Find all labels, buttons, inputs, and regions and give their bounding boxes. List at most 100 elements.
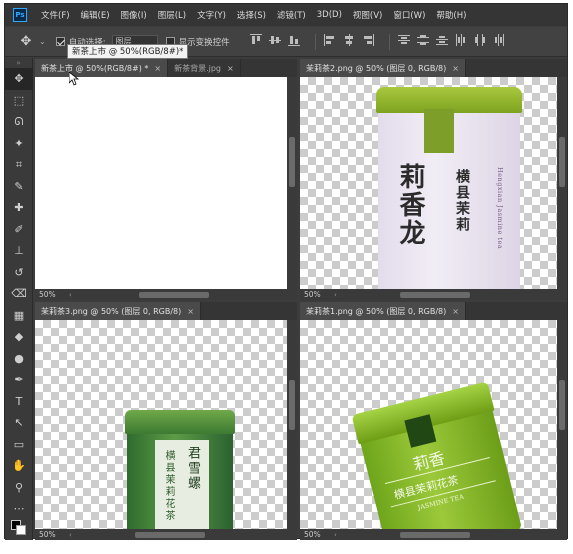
doc-tab-tea-background[interactable]: 新茶背景.jpg × <box>168 59 241 77</box>
close-icon[interactable]: × <box>187 307 194 316</box>
align-vcenter-icon[interactable] <box>268 34 281 46</box>
close-icon[interactable]: × <box>452 64 459 73</box>
chevron-down-icon[interactable]: ⌄ <box>39 37 46 46</box>
eyedropper-icon[interactable]: ✎ <box>5 176 33 198</box>
divider <box>388 33 390 50</box>
zoom-level[interactable]: 50% <box>35 290 69 299</box>
crop-tool-icon[interactable]: ⌗ <box>5 154 33 176</box>
doc-tab-label: 新茶背景.jpg <box>174 63 222 73</box>
document-bottom-left: 茉莉茶3.png @ 50% (图层 0, RGB/8) × 君雪螺 横县茉莉花… <box>35 302 297 540</box>
hand-tool-icon[interactable]: ✋ <box>5 455 33 477</box>
horizontal-scrollbar[interactable] <box>400 532 470 538</box>
vertical-scrollbar[interactable] <box>287 77 297 289</box>
scroll-left-icon[interactable]: ‹ <box>334 531 337 539</box>
menu-bar: Ps 文件(F) 编辑(E) 图像(I) 图层(L) 文字(Y) 选择(S) 滤… <box>5 4 567 26</box>
document-tabs: 茉莉茶2.png @ 50% (图层 0, RGB/8) × <box>300 59 567 77</box>
distribute-hcenter-icon[interactable] <box>474 33 486 46</box>
status-bar: 50% ‹ <box>300 529 567 540</box>
canvas[interactable]: 莉香龙 横县茉莉 Hengxian Jasmine tea <box>300 77 557 289</box>
tea-can-lavender: 莉香龙 横县茉莉 Hengxian Jasmine tea <box>376 87 522 289</box>
rectangle-tool-icon[interactable]: ▭ <box>5 434 33 456</box>
doc-tab-label: 新茶上市 @ 50%(RGB/8#) * <box>41 63 149 73</box>
scroll-left-icon[interactable]: ‹ <box>69 291 72 299</box>
move-tool-preset-icon[interactable]: ✥ <box>13 34 39 49</box>
photoshop-window: Ps 文件(F) 编辑(E) 图像(I) 图层(L) 文字(Y) 选择(S) 滤… <box>4 3 568 540</box>
canvas[interactable] <box>35 77 287 289</box>
path-select-icon[interactable]: ↖ <box>5 412 33 434</box>
align-top-icon[interactable] <box>249 33 262 46</box>
align-right-icon[interactable] <box>362 33 374 46</box>
canvas[interactable]: 莉香 横县茉莉花茶 JASMINE TEA <box>300 320 557 529</box>
healing-brush-icon[interactable]: ✚ <box>5 197 33 219</box>
menu-3d[interactable]: 3D(D) <box>317 10 342 20</box>
menu-help[interactable]: 帮助(H) <box>436 9 466 21</box>
close-icon[interactable]: × <box>227 64 234 73</box>
can-brand-text: 莉香龙 <box>395 163 425 247</box>
dodge-tool-icon[interactable]: ● <box>5 348 33 370</box>
marquee-tool-icon[interactable]: ⬚ <box>5 90 33 112</box>
history-brush-icon[interactable]: ↺ <box>5 262 33 284</box>
scroll-left-icon[interactable]: ‹ <box>69 531 72 539</box>
document-tabs: 茉莉茶1.png @ 50% (图层 0, RGB/8) × <box>300 302 567 320</box>
zoom-level[interactable]: 50% <box>300 290 334 299</box>
zoom-tool-icon[interactable]: ⚲ <box>5 477 33 499</box>
doc-tab-label: 茉莉茶3.png @ 50% (图层 0, RGB/8) <box>41 306 182 316</box>
gradient-tool-icon[interactable]: ▦ <box>5 305 33 327</box>
align-bottom-icon[interactable] <box>287 34 300 46</box>
menu-edit[interactable]: 编辑(E) <box>81 9 110 21</box>
doc-tab-jasmine-tea-2[interactable]: 茉莉茶2.png @ 50% (图层 0, RGB/8) × <box>300 59 466 77</box>
menu-layer[interactable]: 图层(L) <box>158 9 186 21</box>
vertical-scrollbar[interactable] <box>287 320 297 529</box>
panel-collapse-icon[interactable]: » <box>5 58 32 68</box>
blank-canvas[interactable] <box>35 77 287 289</box>
zoom-level[interactable]: 50% <box>35 530 69 539</box>
lasso-tool-icon[interactable]: ᘏ <box>5 111 33 133</box>
blur-tool-icon[interactable]: ◆ <box>5 326 33 348</box>
zoom-level[interactable]: 50% <box>300 530 334 539</box>
vertical-scrollbar[interactable] <box>557 77 567 289</box>
can-pinyin-text: Hengxian Jasmine tea <box>496 167 504 250</box>
distribute-vcenter-icon[interactable] <box>416 34 429 46</box>
clone-stamp-icon[interactable]: ⊥ <box>5 240 33 262</box>
auto-select-checkbox[interactable] <box>55 37 65 46</box>
pen-tool-icon[interactable]: ✒ <box>5 369 33 391</box>
magic-wand-icon[interactable]: ✦ <box>5 133 33 155</box>
more-tools-icon[interactable]: ⋯ <box>5 498 33 520</box>
background-color[interactable] <box>16 525 26 535</box>
horizontal-scrollbar[interactable] <box>135 532 205 538</box>
menu-view[interactable]: 视图(V) <box>353 9 382 21</box>
align-hcenter-icon[interactable] <box>343 33 355 46</box>
menu-select[interactable]: 选择(S) <box>237 9 266 21</box>
distribute-bottom-icon[interactable] <box>435 34 448 46</box>
vertical-scrollbar[interactable] <box>557 320 567 529</box>
distribute-top-icon[interactable] <box>397 34 410 46</box>
doc-tab-jasmine-tea-3[interactable]: 茉莉茶3.png @ 50% (图层 0, RGB/8) × <box>35 302 201 320</box>
horizontal-scrollbar[interactable] <box>139 292 209 298</box>
doc-tab-new-tea[interactable]: 新茶上市 @ 50%(RGB/8#) * × <box>35 59 169 77</box>
eraser-icon[interactable]: ⌫ <box>5 283 33 305</box>
close-icon[interactable]: × <box>154 64 161 73</box>
doc-tab-jasmine-tea-1[interactable]: 茉莉茶1.png @ 50% (图层 0, RGB/8) × <box>300 302 466 320</box>
can-brand-text: 莉香 <box>411 448 447 475</box>
horizontal-scrollbar[interactable] <box>400 292 470 298</box>
menu-filter[interactable]: 滤镜(T) <box>277 9 306 21</box>
align-left-icon[interactable] <box>323 33 336 46</box>
menu-image[interactable]: 图像(I) <box>121 9 147 21</box>
can-label-tag <box>424 109 454 153</box>
status-bar: 50% ‹ <box>35 529 297 540</box>
canvas[interactable]: 君雪螺 横县茉莉花茶 <box>35 320 287 529</box>
menu-file[interactable]: 文件(F) <box>41 9 70 21</box>
close-icon[interactable]: × <box>452 307 459 316</box>
move-tool-icon[interactable]: ✥ <box>5 68 33 90</box>
distribute-left-icon[interactable] <box>455 33 467 46</box>
can-subtitle-text: 横县茉莉花茶 <box>163 450 174 522</box>
distribute-right-icon[interactable] <box>493 33 505 46</box>
doc-tab-label: 茉莉茶1.png @ 50% (图层 0, RGB/8) <box>306 306 447 316</box>
color-swatches[interactable] <box>11 520 27 536</box>
type-tool-icon[interactable]: T <box>5 391 33 413</box>
menu-type[interactable]: 文字(Y) <box>197 9 226 21</box>
menu-window[interactable]: 窗口(W) <box>393 9 425 21</box>
can-lid <box>125 410 235 434</box>
brush-tool-icon[interactable]: ✐ <box>5 219 33 241</box>
scroll-left-icon[interactable]: ‹ <box>334 291 337 299</box>
